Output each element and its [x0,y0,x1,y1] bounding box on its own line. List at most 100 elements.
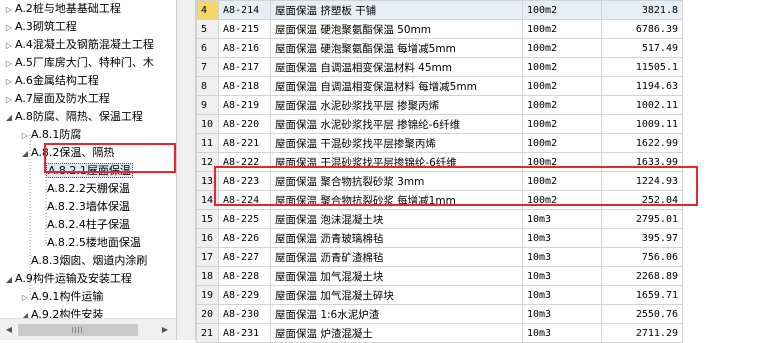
cell-num[interactable]: 15 [196,209,219,229]
cell-num[interactable]: 6 [196,38,219,58]
cell-code[interactable]: A8-218 [218,76,271,96]
tree-item[interactable]: ▷ A.3砌筑工程 [4,18,78,35]
table-row[interactable]: 13 A8-223 屋面保温 聚合物抗裂砂浆 3mm 100m2 1224.93 [196,171,683,191]
cell-code[interactable]: A8-227 [218,247,271,267]
expand-icon[interactable]: ▷ [20,127,30,144]
table-row[interactable]: 8 A8-218 屋面保温 自调温相变保温材料 每增减5mm 100m2 1194.63 [196,76,683,96]
tree-item[interactable]: ▷ A.5厂库房大门、特种门、木 [4,54,155,71]
cell-name[interactable]: 屋面保温 加气混凝土块 [270,266,523,286]
cell-code[interactable]: A8-219 [218,95,271,115]
cell-unit[interactable]: 10m3 [522,285,602,305]
table-row[interactable]: 4 A8-214 屋面保温 挤塑板 干铺 100m2 3821.8 [196,0,683,20]
cell-qty[interactable]: 1622.99 [601,133,683,153]
cell-qty[interactable]: 252.04 [601,190,683,210]
tree-item[interactable]: A.8.2.2天棚保温 [36,180,131,197]
expand-icon[interactable]: ▷ [20,289,30,306]
cell-unit[interactable]: 10m3 [522,247,602,267]
tree-item[interactable]: A.8.2.1屋面保温 [36,162,133,179]
cell-num[interactable]: 17 [196,247,219,267]
tree-item[interactable]: ◢ A.8.2保温、隔热 [20,144,115,161]
cell-unit[interactable]: 10m3 [522,228,602,248]
cell-unit[interactable]: 100m2 [522,152,602,172]
cell-name[interactable]: 屋面保温 聚合物抗裂砂浆 3mm [270,171,523,191]
cell-qty[interactable]: 6786.39 [601,19,683,39]
cell-code[interactable]: A8-220 [218,114,271,134]
cell-qty[interactable]: 1659.71 [601,285,683,305]
table-row[interactable]: 16 A8-226 屋面保温 沥青玻璃棉毡 10m3 395.97 [196,228,683,248]
scrollbar-thumb[interactable] [18,324,138,336]
cell-code[interactable]: A8-214 [218,0,271,20]
cell-name[interactable]: 屋面保温 加气混凝土碎块 [270,285,523,305]
expand-icon[interactable]: ▷ [4,73,14,90]
cell-unit[interactable]: 100m2 [522,133,602,153]
table-row[interactable]: 20 A8-230 屋面保温 1:6水泥炉渣 10m3 2550.76 [196,304,683,324]
cell-qty[interactable]: 517.49 [601,38,683,58]
table-row[interactable]: 15 A8-225 屋面保温 泡沫混凝土块 10m3 2795.01 [196,209,683,229]
cell-name[interactable]: 屋面保温 沥青玻璃棉毡 [270,228,523,248]
cell-unit[interactable]: 100m2 [522,19,602,39]
category-tree[interactable]: ▷ A.2桩与地基基础工程 ▷ A.3砌筑工程 ▷ A.4混凝土及钢筋混凝土工程 ▷ A.5厂… [0,0,176,340]
expand-icon[interactable]: ▷ [4,55,14,72]
table-row[interactable]: 18 A8-228 屋面保温 加气混凝土块 10m3 2268.89 [196,266,683,286]
cell-qty[interactable]: 1194.63 [601,76,683,96]
cell-code[interactable]: A8-226 [218,228,271,248]
cell-qty[interactable]: 756.06 [601,247,683,267]
cell-name[interactable]: 屋面保温 硬泡聚氨酯保温 每增减5mm [270,38,523,58]
cell-unit[interactable]: 10m3 [522,209,602,229]
cell-code[interactable]: A8-224 [218,190,271,210]
expand-icon[interactable]: ▷ [4,1,14,18]
table-row[interactable]: 19 A8-229 屋面保温 加气混凝土碎块 10m3 1659.71 [196,285,683,305]
cell-unit[interactable]: 100m2 [522,0,602,20]
expand-icon[interactable]: ▷ [4,19,14,36]
tree-item[interactable]: A.8.2.5楼地面保温 [36,234,142,251]
collapse-icon[interactable]: ◢ [4,109,14,126]
tree-item[interactable]: ▷ A.9.1构件运输 [20,288,104,305]
cell-num[interactable]: 4 [196,0,219,20]
cell-code[interactable]: A8-221 [218,133,271,153]
cell-num[interactable]: 18 [196,266,219,286]
cell-name[interactable]: 屋面保温 硬泡聚氨酯保温 50mm [270,19,523,39]
tree-item[interactable]: A.8.2.4柱子保温 [36,216,131,233]
cell-qty[interactable]: 1633.99 [601,152,683,172]
quota-grid[interactable]: 4 A8-214 屋面保温 挤塑板 干铺 100m2 3821.8 5 A8-215 屋面保温… [196,0,756,343]
cell-num[interactable]: 16 [196,228,219,248]
cell-code[interactable]: A8-228 [218,266,271,286]
cell-num[interactable]: 10 [196,114,219,134]
table-row[interactable]: 6 A8-216 屋面保温 硬泡聚氨酯保温 每增减5mm 100m2 517.49 [196,38,683,58]
cell-name[interactable]: 屋面保温 自调温相变保温材料 45mm [270,57,523,77]
table-row[interactable]: 10 A8-220 屋面保温 水泥砂浆找平层 掺锦纶-6纤维 100m2 1009.11 [196,114,683,134]
cell-qty[interactable]: 1224.93 [601,171,683,191]
cell-unit[interactable]: 100m2 [522,57,602,77]
cell-code[interactable]: A8-225 [218,209,271,229]
scroll-left-icon[interactable]: ◀ [2,323,16,337]
cell-name[interactable]: 屋面保温 自调温相变保温材料 每增减5mm [270,76,523,96]
cell-unit[interactable]: 100m2 [522,190,602,210]
table-row[interactable]: 9 A8-219 屋面保温 水泥砂浆找平层 掺聚丙烯 100m2 1002.11 [196,95,683,115]
cell-num[interactable]: 20 [196,304,219,324]
table-row[interactable]: 17 A8-227 屋面保温 沥青矿渣棉毡 10m3 756.06 [196,247,683,267]
cell-code[interactable]: A8-229 [218,285,271,305]
grid-vertical-scroll-area[interactable] [758,0,784,340]
cell-num[interactable]: 11 [196,133,219,153]
tree-item[interactable]: ▷ A.7屋面及防水工程 [4,90,111,107]
tree-item[interactable]: A.8.2.3墙体保温 [36,198,131,215]
table-row[interactable]: 5 A8-215 屋面保温 硬泡聚氨酯保温 50mm 100m2 6786.39 [196,19,683,39]
cell-name[interactable]: 屋面保温 沥青矿渣棉毡 [270,247,523,267]
tree-item[interactable]: ◢ A.9构件运输及安装工程 [4,270,133,287]
cell-name[interactable]: 屋面保温 水泥砂浆找平层 掺锦纶-6纤维 [270,114,523,134]
cell-qty[interactable]: 3821.8 [601,0,683,20]
cell-code[interactable]: A8-216 [218,38,271,58]
cell-unit[interactable]: 100m2 [522,114,602,134]
cell-num[interactable]: 12 [196,152,219,172]
scroll-right-icon[interactable]: ▶ [158,323,172,337]
cell-qty[interactable]: 1009.11 [601,114,683,134]
cell-unit[interactable]: 10m3 [522,266,602,286]
collapse-icon[interactable]: ◢ [4,271,14,288]
cell-name[interactable]: 屋面保温 挤塑板 干铺 [270,0,523,20]
cell-name[interactable]: 屋面保温 干混砂浆找平层掺锦纶-6纤维 [270,152,523,172]
tree-horizontal-scrollbar[interactable]: ◀ ▶ [0,318,176,340]
cell-num[interactable]: 8 [196,76,219,96]
tree-item[interactable]: ▷ A.4混凝土及钢筋混凝土工程 [4,36,155,53]
cell-num[interactable]: 7 [196,57,219,77]
cell-name[interactable]: 屋面保温 聚合物抗裂砂浆 每增减1mm [270,190,523,210]
